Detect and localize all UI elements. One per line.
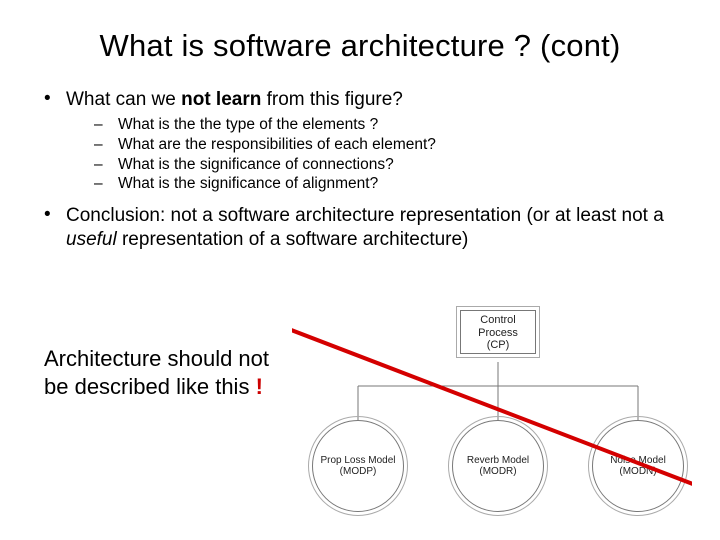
sub-1: What is the the type of the elements ?	[94, 116, 684, 135]
circle-3: Noise Model (MODN)	[592, 420, 684, 512]
circle-1-l2: (MODP)	[340, 466, 377, 478]
bullet-2: Conclusion: not a software architecture …	[40, 204, 684, 252]
circle-2-l1: Reverb Model	[467, 455, 529, 467]
circle-1: Prop Loss Model (MODP)	[312, 420, 404, 512]
bullet-1-pre: What can we	[66, 89, 181, 110]
bullet-1: What can we not learn from this figure? …	[40, 88, 684, 194]
sub-4: What is the significance of alignment?	[94, 175, 684, 194]
sub-3: What is the significance of connections?	[94, 156, 684, 175]
circle-2-l2: (MODR)	[479, 466, 516, 478]
top-node-l2: Process	[461, 327, 535, 340]
callout-line2: be described like this	[44, 374, 256, 399]
top-node-l3: (CP)	[461, 339, 535, 352]
bullet-2-post: representation of a software architectur…	[117, 229, 469, 250]
sub-2: What are the responsibilities of each el…	[94, 136, 684, 155]
slide-title: What is software architecture ? (cont)	[36, 28, 684, 64]
circle-3-l1: Noise Model	[610, 455, 666, 467]
top-node: Control Process (CP)	[460, 310, 536, 354]
slide: What is software architecture ? (cont) W…	[0, 0, 720, 540]
sub-list: What is the the type of the elements ? W…	[66, 116, 684, 195]
bullet-1-bold: not learn	[181, 89, 261, 110]
bullet-list: What can we not learn from this figure? …	[36, 88, 684, 252]
circle-1-l1: Prop Loss Model	[320, 455, 395, 467]
top-node-l1: Control	[461, 314, 535, 327]
circle-2: Reverb Model (MODR)	[452, 420, 544, 512]
bullet-2-ital: useful	[66, 229, 117, 250]
callout-line1: Architecture should not	[44, 346, 269, 371]
callout-text: Architecture should not be described lik…	[44, 345, 269, 400]
circle-3-l2: (MODN)	[619, 466, 656, 478]
bullet-1-post: from this figure?	[261, 89, 403, 110]
callout-bang: !	[256, 374, 263, 399]
bullet-2-pre: Conclusion: not a software architecture …	[66, 205, 664, 226]
architecture-diagram: Control Process (CP) Prop Loss Model (MO…	[292, 302, 692, 522]
